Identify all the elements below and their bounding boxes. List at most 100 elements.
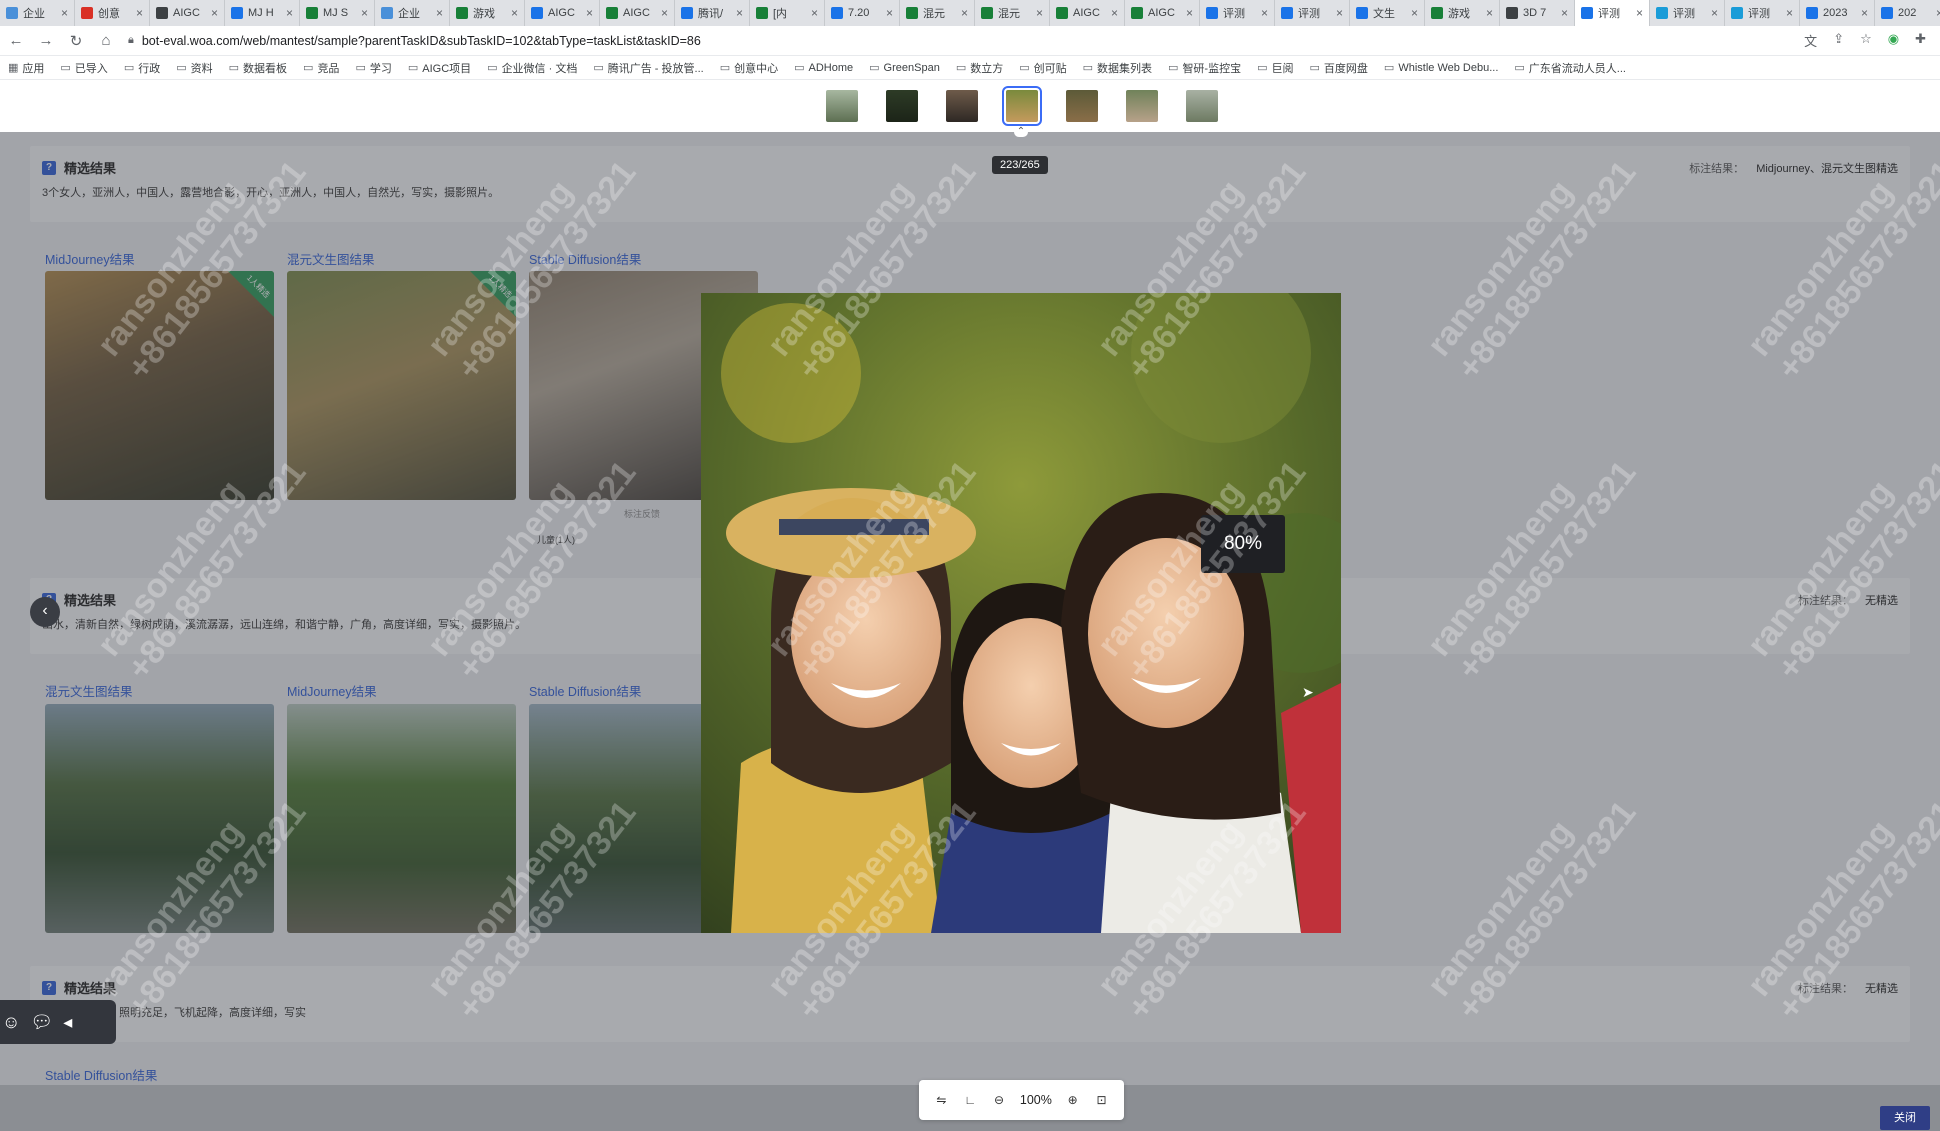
thumbnail[interactable] (1066, 90, 1098, 122)
star-icon[interactable]: ☆ (1860, 31, 1872, 50)
rotate-icon[interactable]: ∟ (962, 1093, 978, 1107)
browser-tab[interactable]: 评测 × (1275, 0, 1350, 26)
translate-icon[interactable]: 文 (1804, 31, 1817, 50)
browser-tab[interactable]: 腾讯/ × (675, 0, 750, 26)
forward-icon[interactable]: → (38, 32, 54, 49)
tab-close-icon[interactable]: × (1561, 6, 1568, 20)
thumbnail[interactable] (946, 90, 978, 122)
tab-close-icon[interactable]: × (1861, 6, 1868, 20)
browser-tab[interactable]: AIGC × (1125, 0, 1200, 26)
bookmark-item[interactable]: ▭ 智研-监控宝 (1168, 60, 1241, 76)
flip-horizontal-icon[interactable]: ⇋ (933, 1093, 949, 1107)
reload-icon[interactable]: ↻ (68, 32, 84, 50)
tab-close-icon[interactable]: × (1111, 6, 1118, 20)
browser-tab[interactable]: 3D 7 × (1500, 0, 1575, 26)
tab-close-icon[interactable]: × (586, 6, 593, 20)
browser-tab[interactable]: 7.20 × (825, 0, 900, 26)
bookmark-item[interactable]: ▭ 数据集列表 (1083, 60, 1152, 76)
tab-close-icon[interactable]: × (1711, 6, 1718, 20)
bookmark-item[interactable]: ▭ 已导入 (60, 60, 107, 76)
tab-close-icon[interactable]: × (1936, 6, 1940, 20)
browser-tab[interactable]: 评测 × (1200, 0, 1275, 26)
browser-tab[interactable]: 评测 × (1575, 0, 1650, 26)
browser-tab[interactable]: 2023 × (1800, 0, 1875, 26)
bookmark-item[interactable]: ▭ ADHome (794, 61, 853, 75)
browser-tab[interactable]: 评测 × (1650, 0, 1725, 26)
tab-close-icon[interactable]: × (1486, 6, 1493, 20)
tab-close-icon[interactable]: × (1411, 6, 1418, 20)
smile-icon[interactable]: ☺ (2, 1012, 20, 1033)
home-icon[interactable]: ⌂ (98, 32, 114, 49)
browser-tab[interactable]: 创意 × (75, 0, 150, 26)
bookmark-item[interactable]: ▭ 数立方 (956, 60, 1003, 76)
browser-tab[interactable]: 202 × (1875, 0, 1940, 26)
bookmark-item[interactable]: ▭ AIGC项目 (408, 60, 471, 76)
tab-close-icon[interactable]: × (61, 6, 68, 20)
browser-tab[interactable]: [内 × (750, 0, 825, 26)
tab-close-icon[interactable]: × (736, 6, 743, 20)
browser-tab[interactable]: AIGC × (1050, 0, 1125, 26)
tab-close-icon[interactable]: × (661, 6, 668, 20)
tab-close-icon[interactable]: × (1336, 6, 1343, 20)
tab-close-icon[interactable]: × (886, 6, 893, 20)
thumbnail-active[interactable] (1002, 86, 1042, 126)
tab-close-icon[interactable]: × (811, 6, 818, 20)
bookmark-item[interactable]: ▭ 学习 (355, 60, 391, 76)
tab-close-icon[interactable]: × (211, 6, 218, 20)
bookmark-item[interactable]: ▭ GreenSpan (869, 61, 940, 75)
preview-image[interactable] (701, 293, 1341, 933)
zoom-in-icon[interactable]: ⊕ (1065, 1093, 1081, 1107)
bookmark-item[interactable]: ▭ 腾讯广告 - 投放管... (593, 60, 703, 76)
browser-tab[interactable]: 游戏 × (1425, 0, 1500, 26)
browser-tab[interactable]: MJ H × (225, 0, 300, 26)
tab-close-icon[interactable]: × (361, 6, 368, 20)
tab-close-icon[interactable]: × (511, 6, 518, 20)
tab-close-icon[interactable]: × (136, 6, 143, 20)
bookmark-item[interactable]: ▭ 竞品 (303, 60, 339, 76)
browser-tab[interactable]: 混元 × (900, 0, 975, 26)
tab-close-icon[interactable]: × (1786, 6, 1793, 20)
prev-image-button[interactable]: ‹ (30, 597, 60, 627)
bookmark-item[interactable]: ▭ 资料 (176, 60, 212, 76)
fit-screen-icon[interactable]: ⊡ (1094, 1093, 1110, 1107)
browser-tab[interactable]: 混元 × (975, 0, 1050, 26)
bookmark-item[interactable]: ▭ 巨阅 (1257, 60, 1293, 76)
browser-tab[interactable]: 游戏 × (450, 0, 525, 26)
url-field[interactable]: 🔒︎ bot-eval.woa.com/web/mantest/sample?p… (128, 34, 1790, 48)
tab-close-icon[interactable]: × (1261, 6, 1268, 20)
tab-close-icon[interactable]: × (436, 6, 443, 20)
thumbnail[interactable] (826, 90, 858, 122)
tab-close-icon[interactable]: × (1186, 6, 1193, 20)
browser-tab[interactable]: AIGC × (600, 0, 675, 26)
browser-tab[interactable]: 企业 × (375, 0, 450, 26)
bookmark-item[interactable]: ▭ 行政 (124, 60, 160, 76)
thumbnail[interactable] (1186, 90, 1218, 122)
browser-tab[interactable]: AIGC × (525, 0, 600, 26)
bookmark-item[interactable]: ▭ 创可贴 (1019, 60, 1066, 76)
zoom-out-icon[interactable]: ⊖ (991, 1093, 1007, 1107)
collapse-left-icon[interactable]: ◂ (63, 1012, 72, 1033)
thumbnail[interactable] (886, 90, 918, 122)
thumbnail[interactable] (1126, 90, 1158, 122)
tab-close-icon[interactable]: × (1036, 6, 1043, 20)
browser-tab[interactable]: 企业 × (0, 0, 75, 26)
browser-tab[interactable]: 评测 × (1725, 0, 1800, 26)
bookmark-item[interactable]: ▭ 百度网盘 (1310, 60, 1368, 76)
close-button[interactable]: 关闭 (1880, 1106, 1930, 1130)
browser-tab[interactable]: 文生 × (1350, 0, 1425, 26)
extension-status-icon[interactable]: ◉ (1888, 31, 1899, 50)
bookmark-item[interactable]: ▭ Whistle Web Debu... (1384, 61, 1498, 75)
browser-tab[interactable]: AIGC × (150, 0, 225, 26)
tab-close-icon[interactable]: × (286, 6, 293, 20)
bookmark-item[interactable]: ▭ 企业微信 · 文档 (487, 60, 577, 76)
collapse-thumbnails-icon[interactable]: ⌃ (1014, 127, 1028, 137)
tab-close-icon[interactable]: × (961, 6, 968, 20)
bookmark-item[interactable]: ▭ 数据看板 (229, 60, 287, 76)
share-icon[interactable]: ⇪ (1833, 31, 1844, 50)
extensions-icon[interactable]: ✚ (1915, 31, 1926, 50)
bookmark-item[interactable]: ▭ 广东省流动人员人... (1514, 60, 1626, 76)
browser-tab[interactable]: MJ S × (300, 0, 375, 26)
back-icon[interactable]: ← (8, 32, 24, 49)
chat-icon[interactable]: 💬︎ (30, 1012, 53, 1033)
bookmark-item[interactable]: ▦ 应用 (8, 60, 44, 76)
